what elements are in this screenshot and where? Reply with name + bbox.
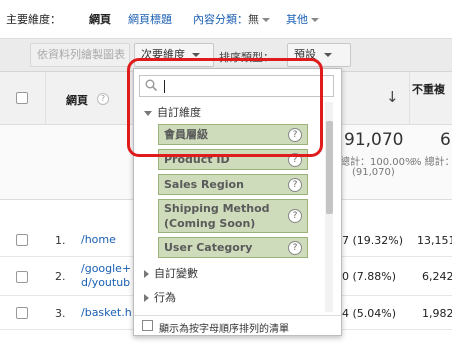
summary-value: 91,070 [344, 130, 404, 150]
group-custom-variables[interactable]: 自訂變數 [144, 265, 198, 281]
option-label: Sales Region [164, 178, 244, 191]
expand-right-icon [144, 270, 149, 278]
row-metric-value: 0 (7.88%) [342, 270, 397, 283]
group-custom-dimensions[interactable]: 自訂維度 [144, 104, 201, 120]
option-user-category[interactable]: User Category ? [158, 237, 308, 258]
option-label: User Category [164, 241, 253, 254]
plot-rows-button[interactable]: 依資料列繪製圖表 [30, 43, 130, 67]
search-icon [145, 79, 158, 92]
secondary-dimension-label: 次要維度 [141, 48, 185, 61]
content-grouping-dropdown[interactable]: 內容分類：無 [193, 11, 270, 27]
row-page-link-line2: d/youtub [81, 276, 131, 289]
scrollbar-thumb[interactable] [326, 121, 333, 214]
summary-right-value: 6 [440, 130, 451, 150]
dimension-other-dropdown[interactable]: 其他 [286, 11, 319, 27]
help-icon[interactable]: ? [288, 241, 302, 255]
row-metric-value: 4 (5.04%) [342, 307, 397, 320]
row-checkbox[interactable] [16, 271, 28, 283]
chevron-down-icon [262, 18, 270, 22]
header-page-label: 網頁 [66, 94, 88, 107]
primary-dimension-label: 主要維度： [6, 13, 61, 26]
header-unique-cell[interactable]: 不重複 [410, 72, 452, 125]
summary-right-percent: % 總計： [412, 157, 452, 168]
help-icon[interactable]: ? [288, 178, 302, 192]
dimension-page-title[interactable]: 網頁標題 [128, 11, 172, 27]
help-icon[interactable]: ? [288, 128, 302, 142]
panel-footer: 顯示為按字母順序排列的清單 [134, 315, 341, 335]
expand-down-icon [144, 110, 152, 116]
option-shipping-method[interactable]: Shipping Method (Coming Soon) ? [158, 199, 308, 233]
secondary-dimension-panel: 自訂維度 會員層級 ? Product ID ? Sales Region ? … [133, 68, 342, 336]
sort-type-label: 排序類型： [219, 51, 274, 64]
content-grouping-label: 內容分類： [193, 13, 248, 26]
text-cursor [164, 80, 165, 93]
content-grouping-value: 無 [248, 13, 259, 26]
group-behavior[interactable]: 行為 [144, 289, 176, 305]
row-page-link[interactable]: /google+ d/youtub [81, 262, 131, 290]
dimension-page[interactable]: 網頁 [89, 11, 111, 27]
primary-dimension-bar: 主要維度： 網頁 網頁標題 內容分類：無 其他 [0, 0, 452, 38]
sort-type-dropdown[interactable]: 預設 [287, 43, 351, 67]
row-checkbox[interactable] [16, 234, 28, 246]
option-member-level[interactable]: 會員層級 ? [158, 124, 308, 145]
group-custom-variables-label: 自訂變數 [154, 267, 198, 280]
row-metric-value: 7 (19.32%) [342, 234, 404, 247]
help-icon[interactable]: ? [97, 93, 109, 105]
option-label-line2: (Coming Soon) [164, 217, 256, 230]
group-behavior-label: 行為 [154, 291, 176, 304]
row-number: 1. [55, 234, 66, 247]
summary-percent: 總計：100.00% [340, 157, 415, 168]
secondary-dimension-button[interactable]: 次要維度 [134, 43, 214, 67]
option-label: Product ID [164, 153, 230, 166]
sort-type-value: 預設 [294, 48, 316, 61]
option-label: 會員層級 [164, 128, 208, 141]
row-page-link-line1: /google+ [81, 262, 132, 275]
header-unique-label: 不重複 [412, 83, 445, 96]
help-icon[interactable]: ? [288, 153, 302, 167]
option-sales-region[interactable]: Sales Region ? [158, 174, 308, 195]
chevron-down-icon [324, 53, 332, 57]
row-unique-value: 1,982 [422, 307, 452, 320]
help-icon[interactable]: ? [288, 209, 302, 223]
row-page-link[interactable]: /basket.h [81, 306, 132, 320]
select-all-checkbox[interactable] [16, 92, 28, 104]
alphabetical-list-checkbox[interactable] [142, 320, 153, 331]
dimension-search-input[interactable] [139, 75, 334, 97]
row-number: 2. [55, 270, 66, 283]
row-unique-value: 6,242 [422, 270, 452, 283]
group-custom-dimensions-label: 自訂維度 [157, 106, 201, 119]
report-toolbar: 依資料列繪製圖表 次要維度 排序類型： 預設 [0, 38, 452, 72]
dimension-other-label: 其他 [286, 13, 308, 26]
option-product-id[interactable]: Product ID ? [158, 149, 308, 170]
expand-right-icon [144, 294, 149, 302]
header-metric-cell[interactable]: ↓ [342, 72, 410, 125]
summary-total: (91,070) [352, 167, 395, 178]
row-page-link[interactable]: /home [81, 233, 116, 247]
header-checkbox-cell [0, 72, 46, 125]
chevron-down-icon [311, 18, 319, 22]
row-number: 3. [55, 307, 66, 320]
row-checkbox[interactable] [16, 307, 28, 319]
chevron-down-icon [192, 53, 200, 57]
alphabetical-list-label: 顯示為按字母順序排列的清單 [159, 324, 289, 335]
row-unique-value: 13,151 [417, 234, 452, 247]
option-label-line1: Shipping Method [164, 202, 270, 215]
sort-arrow-down-icon[interactable]: ↓ [386, 88, 399, 106]
